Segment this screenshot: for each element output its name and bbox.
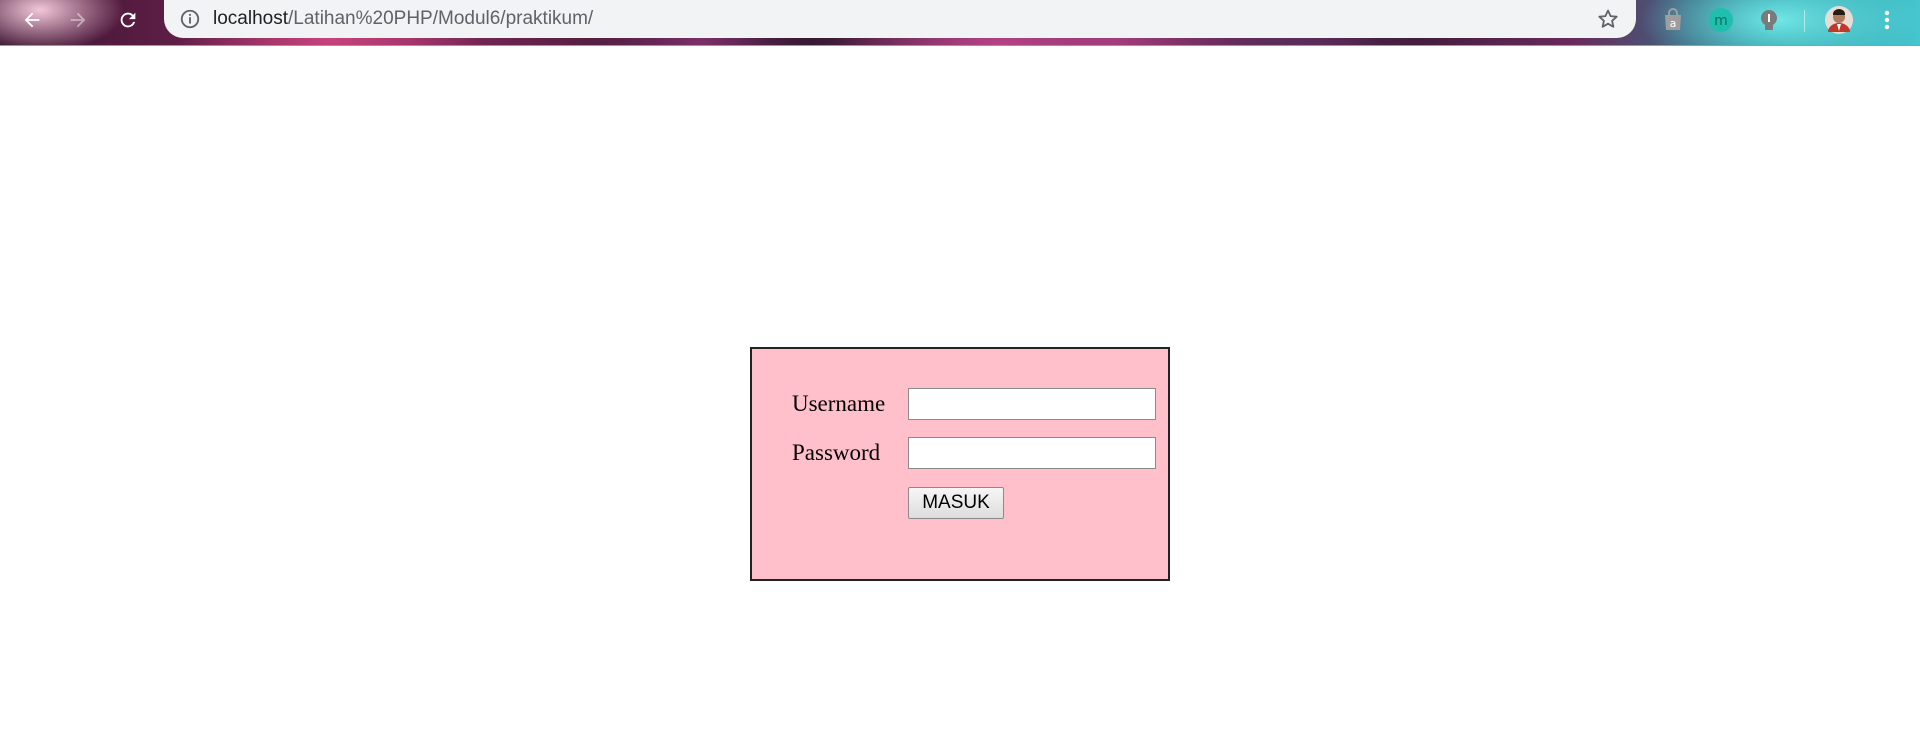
login-form: Username Password MASUK bbox=[750, 347, 1170, 581]
avatar[interactable] bbox=[1824, 5, 1854, 35]
reload-button[interactable] bbox=[112, 4, 144, 36]
url-path: /Latihan%20PHP/Modul6/praktikum/ bbox=[288, 8, 594, 29]
arrow-right-icon bbox=[70, 12, 86, 28]
browser-toolbar: localhost/Latihan%20PHP/Modul6/praktikum… bbox=[0, 0, 1920, 46]
toolbar-divider-line bbox=[0, 45, 1920, 46]
username-label: Username bbox=[792, 391, 886, 416]
mendeley-letter: m bbox=[1714, 13, 1728, 29]
reload-icon bbox=[120, 12, 136, 28]
info-icon[interactable] bbox=[179, 8, 201, 30]
bulb-extension-icon[interactable] bbox=[1756, 7, 1782, 33]
star-icon[interactable] bbox=[1596, 7, 1620, 31]
password-label: Password bbox=[792, 440, 881, 465]
password-row: Password bbox=[792, 436, 1156, 470]
arrow-left-icon bbox=[24, 12, 40, 28]
address-bar[interactable]: localhost/Latihan%20PHP/Modul6/praktikum… bbox=[164, 0, 1636, 38]
kebab-menu-icon[interactable] bbox=[1874, 7, 1900, 33]
back-button[interactable] bbox=[16, 4, 48, 36]
username-row: Username bbox=[792, 387, 1156, 421]
password-input[interactable] bbox=[908, 437, 1156, 469]
masuk-button[interactable]: MASUK bbox=[908, 487, 1004, 519]
url-text[interactable]: localhost/Latihan%20PHP/Modul6/praktikum… bbox=[213, 8, 593, 30]
amazon-assistant-icon[interactable]: a bbox=[1660, 7, 1686, 33]
url-host: localhost bbox=[213, 8, 288, 29]
forward-button[interactable] bbox=[62, 4, 94, 36]
toolbar-divider bbox=[1804, 10, 1805, 32]
username-input[interactable] bbox=[908, 388, 1156, 420]
amazon-letter: a bbox=[1670, 17, 1677, 30]
mendeley-icon[interactable]: m bbox=[1708, 7, 1734, 33]
